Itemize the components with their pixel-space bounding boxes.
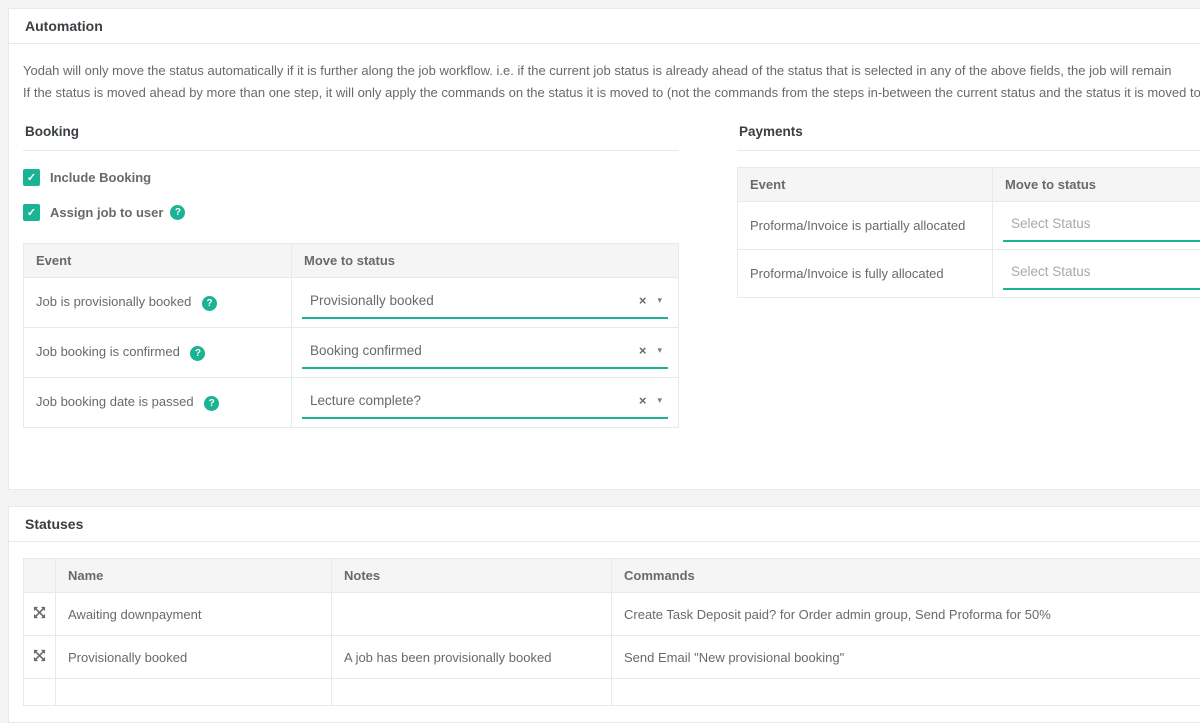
assign-job-to-user-label: Assign job to user [50,205,163,220]
payments-row: Proforma/Invoice is fully allocated Sele… [738,250,1200,298]
booking-header-move-to-status: Move to status [292,244,679,278]
payments-status-cell: Select Status [993,250,1200,298]
status-drag-cell [24,593,56,636]
check-icon: ✓ [27,206,36,219]
automation-panel-body: Yodah will only move the status automati… [9,44,1200,489]
statuses-table: Name Notes Commands [23,558,1200,706]
caret-down-icon[interactable]: ▾ [657,396,662,405]
status-row[interactable]: Provisionally booked A job has been prov… [24,636,1200,679]
automation-description-line2: If the status is moved ahead by more tha… [23,84,1200,102]
booking-header-event: Event [24,244,292,278]
payments-row: Proforma/Invoice is partially allocated … [738,202,1200,250]
booking-event-label: Job booking date is passed [36,394,194,409]
statuses-header-name: Name [56,559,332,593]
booking-section: Booking ✓ Include Booking ✓ Assign job t… [23,116,679,428]
select-icons: × ▾ [639,344,662,357]
booking-table-header-row: Event Move to status [24,244,679,278]
caret-down-icon[interactable]: ▾ [657,346,662,355]
status-select[interactable]: Select Status [1003,257,1200,290]
check-icon: ✓ [27,171,36,184]
booking-event-cell: Job booking is confirmed ? [24,328,292,378]
payments-event-label: Proforma/Invoice is partially allocated [750,218,965,233]
status-row[interactable] [24,679,1200,706]
automation-panel: Automation Yodah will only move the stat… [8,8,1200,490]
booking-status-cell: Provisionally booked × ▾ [292,278,679,328]
payments-status-cell: Select Status [993,202,1200,250]
help-icon[interactable]: ? [190,346,205,361]
status-name-cell: Awaiting downpayment [56,593,332,636]
status-commands-cell [612,679,1200,706]
booking-status-cell: Booking confirmed × ▾ [292,328,679,378]
status-notes-cell [332,593,612,636]
help-icon[interactable]: ? [204,396,219,411]
clear-icon[interactable]: × [639,344,647,357]
status-select-placeholder: Select Status [1011,264,1091,279]
statuses-header-notes: Notes [332,559,612,593]
status-drag-cell [24,636,56,679]
automation-sections: Booking ✓ Include Booking ✓ Assign job t… [23,116,1200,473]
statuses-table-header-row: Name Notes Commands [24,559,1200,593]
include-booking-checkbox[interactable]: ✓ [23,169,40,186]
status-commands-cell: Send Email "New provisional booking" [612,636,1200,679]
move-icon[interactable] [33,606,46,619]
payments-table: Event Move to status Proforma/Invoice is… [737,167,1200,298]
select-icons: × ▾ [639,294,662,307]
status-notes-cell [332,679,612,706]
payments-section-title: Payments [737,116,1200,151]
statuses-panel-title: Statuses [9,507,1200,542]
assign-job-to-user-checkbox[interactable]: ✓ [23,204,40,221]
booking-table: Event Move to status Job is provisionall… [23,243,679,428]
booking-event-label: Job is provisionally booked [36,294,191,309]
booking-row: Job booking date is passed ? Lecture com… [24,378,679,428]
payments-event-cell: Proforma/Invoice is fully allocated [738,250,993,298]
status-row[interactable]: Awaiting downpayment Create Task Deposit… [24,593,1200,636]
status-drag-cell [24,679,56,706]
status-select[interactable]: Booking confirmed × ▾ [302,336,668,369]
status-select-value: Lecture complete? [310,393,421,408]
payments-event-label: Proforma/Invoice is fully allocated [750,266,944,281]
booking-event-cell: Job is provisionally booked ? [24,278,292,328]
statuses-header-drag [24,559,56,593]
status-select-placeholder: Select Status [1011,216,1091,231]
status-select[interactable]: Select Status [1003,209,1200,242]
help-icon[interactable]: ? [170,205,185,220]
status-notes-cell: A job has been provisionally booked [332,636,612,679]
assign-job-to-user-row: ✓ Assign job to user ? [23,204,679,221]
include-booking-label: Include Booking [50,170,151,185]
status-select-value: Booking confirmed [310,343,422,358]
status-commands-cell: Create Task Deposit paid? for Order admi… [612,593,1200,636]
payments-header-event: Event [738,168,993,202]
select-icons: × ▾ [639,394,662,407]
status-name-cell [56,679,332,706]
statuses-panel: Statuses Name Notes Commands [8,506,1200,723]
payments-header-move-to-status: Move to status [993,168,1200,202]
payments-event-cell: Proforma/Invoice is partially allocated [738,202,993,250]
booking-event-cell: Job booking date is passed ? [24,378,292,428]
status-name-cell: Provisionally booked [56,636,332,679]
booking-row: Job booking is confirmed ? Booking confi… [24,328,679,378]
booking-section-title: Booking [23,116,679,151]
clear-icon[interactable]: × [639,294,647,307]
booking-status-cell: Lecture complete? × ▾ [292,378,679,428]
clear-icon[interactable]: × [639,394,647,407]
automation-description-line1: Yodah will only move the status automati… [23,62,1200,80]
page: Automation Yodah will only move the stat… [0,0,1200,723]
caret-down-icon[interactable]: ▾ [657,296,662,305]
booking-event-label: Job booking is confirmed [36,344,180,359]
automation-panel-title: Automation [9,9,1200,44]
move-icon[interactable] [33,649,46,662]
status-select[interactable]: Lecture complete? × ▾ [302,386,668,419]
booking-row: Job is provisionally booked ? Provisiona… [24,278,679,328]
status-select-value: Provisionally booked [310,293,434,308]
payments-table-header-row: Event Move to status [738,168,1200,202]
statuses-panel-body: Name Notes Commands [9,542,1200,722]
statuses-header-commands: Commands [612,559,1200,593]
payments-section: Payments Event Move to status Proform [737,116,1200,298]
status-select[interactable]: Provisionally booked × ▾ [302,286,668,319]
include-booking-row: ✓ Include Booking [23,169,679,186]
help-icon[interactable]: ? [202,296,217,311]
